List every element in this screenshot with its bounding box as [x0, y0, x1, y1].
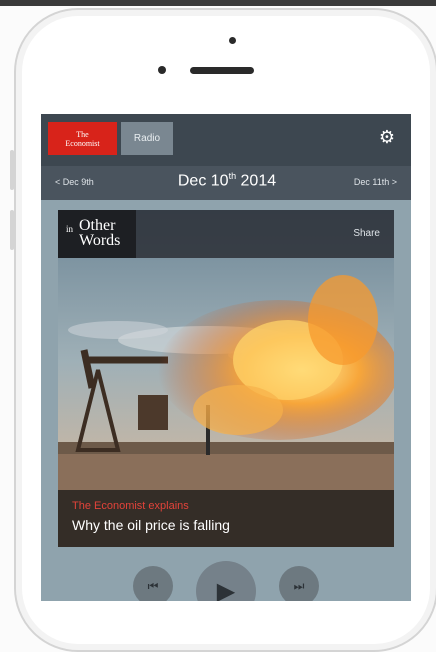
- story-card[interactable]: in Other Words Share The Economist expla…: [58, 210, 394, 547]
- logo-line-1: The: [76, 129, 89, 139]
- gear-icon[interactable]: ⚙: [377, 127, 397, 147]
- story-headline[interactable]: Why the oil price is falling: [72, 517, 230, 533]
- app-header: The Economist Radio ⚙: [41, 114, 411, 166]
- date-navigation: < Dec 9th Dec 10th 2014 Dec 11th >: [41, 166, 411, 200]
- tab-radio[interactable]: Radio: [121, 122, 173, 155]
- skip-back-icon[interactable]: ⏮: [133, 566, 173, 601]
- in-other-words-logo: in Other Words: [58, 210, 136, 258]
- story-caption: The Economist explains Why the oil price…: [58, 490, 394, 547]
- logo-small-text: in: [66, 224, 74, 234]
- previous-date-link[interactable]: < Dec 9th: [55, 177, 94, 187]
- front-sensor: [229, 37, 236, 44]
- player-controls: ⏮ ▶ ⏭: [41, 554, 411, 601]
- logo-line-words: Words: [79, 232, 121, 249]
- play-icon[interactable]: ▶: [196, 561, 256, 601]
- current-date-day: Dec 10: [177, 172, 229, 190]
- earpiece-speaker: [190, 67, 254, 74]
- card-header: in Other Words Share: [58, 210, 394, 258]
- economist-logo[interactable]: The Economist: [48, 122, 117, 155]
- story-kicker: The Economist explains: [72, 500, 189, 512]
- phone-side-button: [10, 150, 14, 190]
- app-screen: The Economist Radio ⚙ < Dec 9th Dec 10th…: [41, 114, 411, 601]
- front-camera: [158, 66, 166, 74]
- current-date-suffix: th: [228, 171, 237, 181]
- skip-forward-icon[interactable]: ⏭: [279, 566, 319, 601]
- current-date: Dec 10th 2014: [137, 171, 317, 190]
- share-button[interactable]: Share: [353, 228, 380, 239]
- current-date-year: 2014: [236, 172, 277, 190]
- window-top-border: [0, 0, 436, 6]
- phone-side-button: [10, 210, 14, 250]
- next-date-link[interactable]: Dec 11th >: [354, 177, 397, 187]
- logo-line-2: Economist: [65, 138, 100, 148]
